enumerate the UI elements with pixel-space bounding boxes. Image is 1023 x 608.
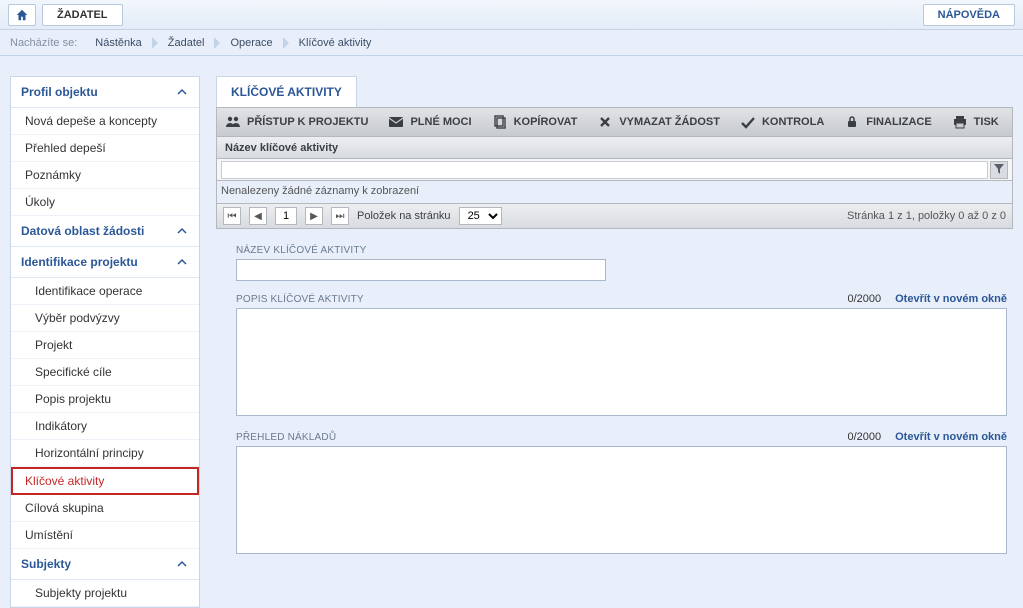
chevron-up-icon [175, 557, 189, 571]
x-icon [597, 114, 613, 130]
open-new-window-link[interactable]: Otevřít v novém okně [895, 293, 1007, 305]
lock-icon [844, 114, 860, 130]
sidebar-section-title: Identifikace projektu [21, 255, 138, 269]
sidebar-item-tasks[interactable]: Úkoly [11, 189, 199, 216]
toolbar-print-button[interactable]: TISK [952, 114, 999, 130]
toolbar-label: FINALIZACE [866, 116, 931, 128]
sidebar-item-notes[interactable]: Poznámky [11, 162, 199, 189]
breadcrumb-item[interactable]: Nástěnka [85, 30, 157, 55]
pager-first-button[interactable]: ⏮ [223, 207, 241, 225]
sidebar-section-project-id[interactable]: Identifikace projektu [11, 247, 199, 278]
copy-icon [492, 114, 508, 130]
pager-per-page-label: Položek na stránku [357, 210, 451, 222]
sidebar-item-specific-goals[interactable]: Specifické cíle [11, 359, 199, 386]
sidebar-item-indicators[interactable]: Indikátory [11, 413, 199, 440]
toolbar-label: KOPÍROVAT [514, 116, 578, 128]
sidebar-item-subcall-select[interactable]: Výběr podvýzvy [11, 305, 199, 332]
pager-page-input[interactable] [275, 207, 297, 225]
sidebar-item-horizontal-principles[interactable]: Horizontální principy [11, 440, 199, 467]
chevron-up-icon [175, 224, 189, 238]
grid-empty-message: Nenalezeny žádné záznamy k zobrazení [216, 181, 1013, 203]
pager-info: Stránka 1 z 1, položky 0 až 0 z 0 [847, 210, 1006, 222]
filter-icon [994, 163, 1004, 177]
pager-page-size-select[interactable]: 25 [459, 207, 502, 225]
home-icon [14, 7, 30, 23]
toolbar-check-button[interactable]: KONTROLA [740, 114, 824, 130]
first-page-icon: ⏮ [228, 211, 237, 222]
sidebar: Profil objektu Nová depeše a koncepty Př… [10, 76, 200, 608]
sidebar-section-subjects[interactable]: Subjekty [11, 549, 199, 580]
sidebar-section-title: Profil objektu [21, 85, 98, 99]
sidebar-item-operation-id[interactable]: Identifikace operace [11, 278, 199, 305]
sidebar-item-messages-overview[interactable]: Přehled depeší [11, 135, 199, 162]
field-label-name: NÁZEV KLÍČOVÉ AKTIVITY [236, 245, 1007, 256]
sidebar-section-data-area[interactable]: Datová oblast žádosti [11, 216, 199, 247]
sidebar-item-target-group[interactable]: Cílová skupina [11, 495, 199, 522]
last-page-icon: ⏭ [336, 211, 345, 222]
action-toolbar: PŘÍSTUP K PROJEKTU PLNÉ MOCI KOPÍROVAT V… [216, 107, 1013, 137]
tab-header: KLÍČOVÉ AKTIVITY [216, 76, 1013, 107]
sidebar-section-title: Datová oblast žádosti [21, 224, 144, 238]
toolbar-label: VYMAZAT ŽÁDOST [619, 116, 720, 128]
field-label-description: POPIS KLÍČOVÉ AKTIVITY [236, 294, 364, 305]
main-content: KLÍČOVÉ AKTIVITY PŘÍSTUP K PROJEKTU PLNÉ… [216, 76, 1013, 608]
activity-description-textarea[interactable] [236, 308, 1007, 416]
print-icon [952, 114, 968, 130]
pager-last-button[interactable]: ⏭ [331, 207, 349, 225]
toolbar-label: KONTROLA [762, 116, 824, 128]
top-bar: ŽADATEL NÁPOVĚDA [0, 0, 1023, 30]
sidebar-item-location[interactable]: Umístění [11, 522, 199, 549]
check-icon [740, 114, 756, 130]
form-area: NÁZEV KLÍČOVÉ AKTIVITY POPIS KLÍČOVÉ AKT… [216, 229, 1013, 557]
help-button[interactable]: NÁPOVĚDA [923, 4, 1015, 26]
toolbar-finalize-button[interactable]: FINALIZACE [844, 114, 931, 130]
breadcrumb-label: Nacházíte se: [10, 37, 77, 49]
open-new-window-link[interactable]: Otevřít v novém okně [895, 431, 1007, 443]
prev-page-icon: ◀ [254, 211, 262, 222]
pager-next-button[interactable]: ▶ [305, 207, 323, 225]
users-icon [225, 114, 241, 130]
toolbar-label: TISK [974, 116, 999, 128]
grid-pager: ⏮ ◀ ▶ ⏭ Položek na stránku 25 Stránka 1 … [216, 203, 1013, 229]
chevron-up-icon [175, 85, 189, 99]
breadcrumb-item[interactable]: Klíčové aktivity [289, 30, 388, 55]
envelope-icon [388, 114, 404, 130]
description-char-counter: 0/2000 [847, 293, 881, 305]
field-label-costs: PŘEHLED NÁKLADŮ [236, 432, 336, 443]
toolbar-copy-button[interactable]: KOPÍROVAT [492, 114, 578, 130]
next-page-icon: ▶ [310, 211, 318, 222]
toolbar-label: PŘÍSTUP K PROJEKTU [247, 116, 368, 128]
sidebar-section-profile[interactable]: Profil objektu [11, 77, 199, 108]
costs-char-counter: 0/2000 [847, 431, 881, 443]
sidebar-item-project-description[interactable]: Popis projektu [11, 386, 199, 413]
grid-filter-input[interactable] [221, 161, 988, 179]
toolbar-access-button[interactable]: PŘÍSTUP K PROJEKTU [225, 114, 368, 130]
breadcrumb-item[interactable]: Operace [220, 30, 288, 55]
grid-column-header[interactable]: Název klíčové aktivity [216, 137, 1013, 159]
sidebar-item-project[interactable]: Projekt [11, 332, 199, 359]
grid-filter-row [216, 159, 1013, 181]
toolbar-poa-button[interactable]: PLNÉ MOCI [388, 114, 471, 130]
home-button[interactable] [8, 4, 36, 26]
filter-button[interactable] [990, 161, 1008, 179]
breadcrumb: Nacházíte se: Nástěnka Žadatel Operace K… [0, 30, 1023, 56]
toolbar-label: PLNÉ MOCI [410, 116, 471, 128]
sidebar-section-title: Subjekty [21, 557, 71, 571]
sidebar-item-project-subjects[interactable]: Subjekty projektu [11, 580, 199, 607]
sidebar-item-new-message[interactable]: Nová depeše a koncepty [11, 108, 199, 135]
chevron-up-icon [175, 255, 189, 269]
activity-name-input[interactable] [236, 259, 606, 281]
tab-key-activities[interactable]: KLÍČOVÉ AKTIVITY [216, 76, 357, 107]
pager-prev-button[interactable]: ◀ [249, 207, 267, 225]
toolbar-delete-button[interactable]: VYMAZAT ŽÁDOST [597, 114, 720, 130]
breadcrumb-item[interactable]: Žadatel [158, 30, 221, 55]
sidebar-item-key-activities[interactable]: Klíčové aktivity [11, 467, 199, 495]
applicant-button[interactable]: ŽADATEL [42, 4, 123, 26]
